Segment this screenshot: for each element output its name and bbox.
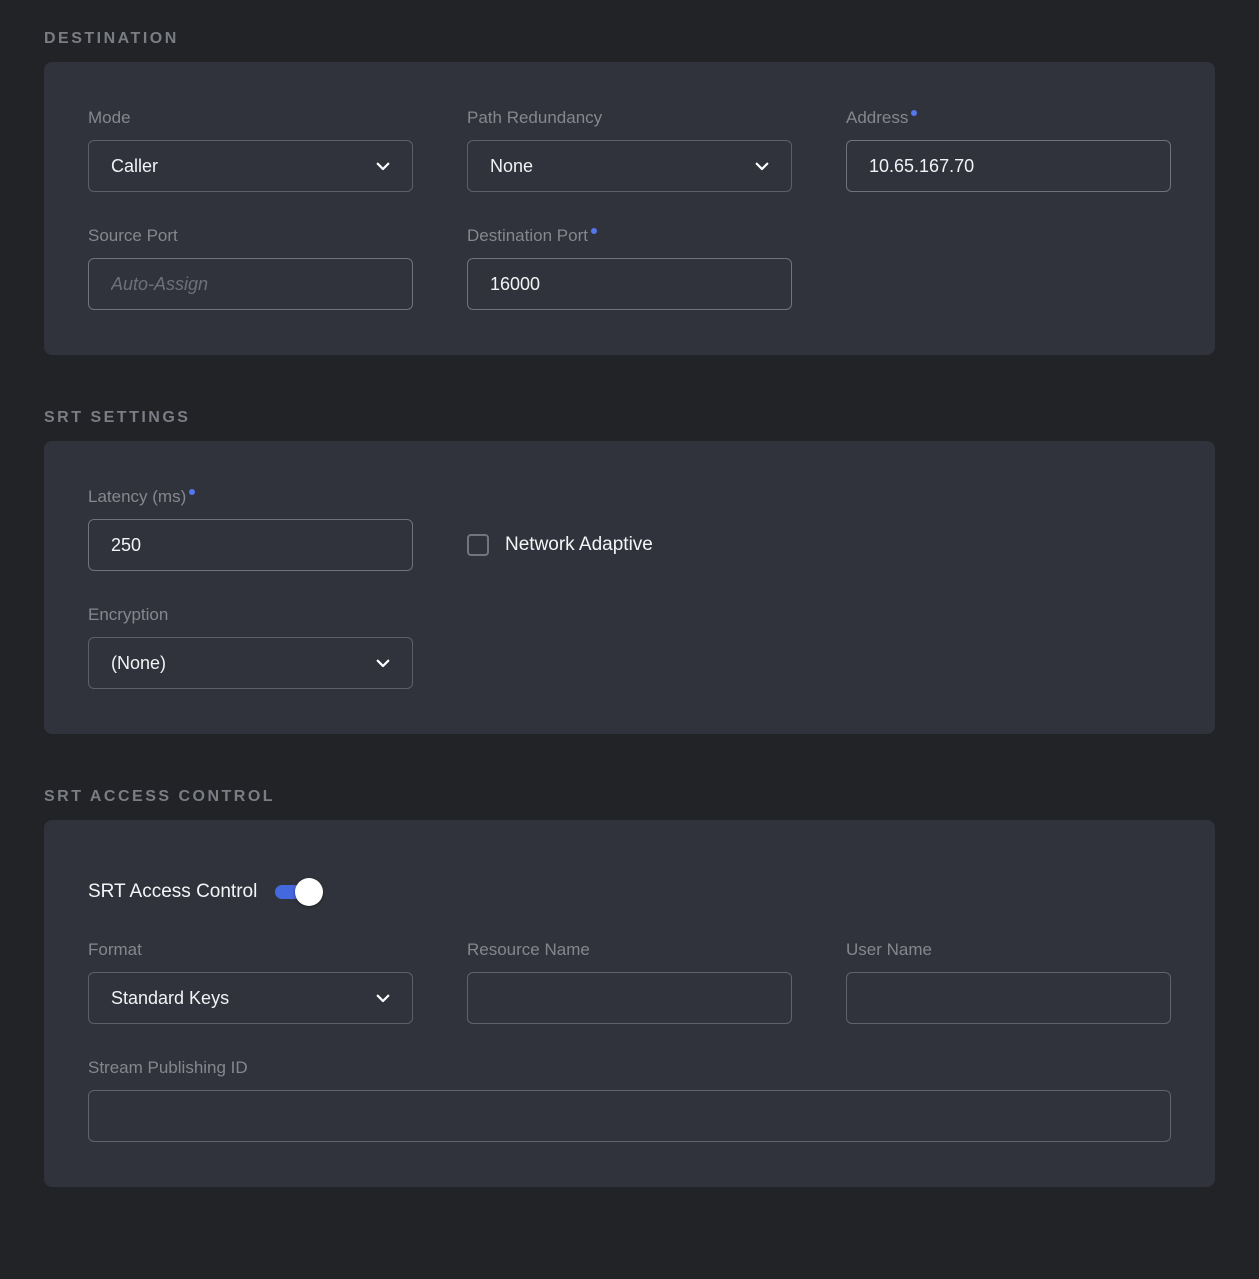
encryption-label: Encryption xyxy=(88,605,413,625)
destination-port-field: Destination Port xyxy=(467,226,792,310)
toggle-knob xyxy=(295,878,323,906)
destination-section: DESTINATION Mode Caller Path Redundancy … xyxy=(44,30,1215,355)
stream-publishing-id-label: Stream Publishing ID xyxy=(88,1058,1171,1078)
path-redundancy-field: Path Redundancy None xyxy=(467,108,792,192)
mode-select-value: Caller xyxy=(111,156,158,177)
srt-access-control-section: SRT ACCESS CONTROL SRT Access Control Fo… xyxy=(44,788,1215,1187)
required-dot xyxy=(911,110,917,116)
path-redundancy-select[interactable]: None xyxy=(467,140,792,192)
encryption-select-value: (None) xyxy=(111,653,166,674)
resource-name-input[interactable] xyxy=(467,972,792,1024)
destination-port-input[interactable] xyxy=(467,258,792,310)
encryption-select[interactable]: (None) xyxy=(88,637,413,689)
chevron-down-icon xyxy=(374,654,392,672)
format-field: Format Standard Keys xyxy=(88,940,413,1024)
path-redundancy-label: Path Redundancy xyxy=(467,108,792,128)
format-select[interactable]: Standard Keys xyxy=(88,972,413,1024)
encryption-field: Encryption (None) xyxy=(88,605,413,689)
stream-publishing-id-field: Stream Publishing ID xyxy=(88,1058,1171,1142)
latency-input[interactable] xyxy=(88,519,413,571)
destination-section-title: DESTINATION xyxy=(44,30,1215,48)
network-adaptive-checkbox[interactable] xyxy=(467,534,489,556)
chevron-down-icon xyxy=(374,989,392,1007)
required-dot xyxy=(591,228,597,234)
user-name-label: User Name xyxy=(846,940,1171,960)
network-adaptive-label: Network Adaptive xyxy=(505,534,653,556)
srt-access-control-toggle-label: SRT Access Control xyxy=(88,881,257,903)
address-input[interactable] xyxy=(846,140,1171,192)
path-redundancy-select-value: None xyxy=(490,156,533,177)
srt-access-control-panel: SRT Access Control Format Standard Keys … xyxy=(44,820,1215,1187)
chevron-down-icon xyxy=(374,157,392,175)
mode-field: Mode Caller xyxy=(88,108,413,192)
required-dot xyxy=(189,489,195,495)
address-field: Address xyxy=(846,108,1171,192)
format-label: Format xyxy=(88,940,413,960)
srt-access-control-section-title: SRT ACCESS CONTROL xyxy=(44,788,1215,806)
source-port-label: Source Port xyxy=(88,226,413,246)
mode-label: Mode xyxy=(88,108,413,128)
srt-access-control-toggle-row: SRT Access Control xyxy=(88,880,1171,904)
user-name-input[interactable] xyxy=(846,972,1171,1024)
format-select-value: Standard Keys xyxy=(111,988,229,1009)
address-label: Address xyxy=(846,108,1171,128)
latency-field: Latency (ms) xyxy=(88,487,413,571)
resource-name-label: Resource Name xyxy=(467,940,792,960)
destination-port-label: Destination Port xyxy=(467,226,792,246)
resource-name-field: Resource Name xyxy=(467,940,792,1024)
srt-settings-section-title: SRT SETTINGS xyxy=(44,409,1215,427)
latency-label-text: Latency (ms) xyxy=(88,487,186,506)
address-label-text: Address xyxy=(846,108,908,127)
user-name-field: User Name xyxy=(846,940,1171,1024)
source-port-input[interactable] xyxy=(88,258,413,310)
srt-settings-panel: Latency (ms) Network Adaptive Encryption… xyxy=(44,441,1215,734)
latency-label: Latency (ms) xyxy=(88,487,413,507)
destination-panel: Mode Caller Path Redundancy None xyxy=(44,62,1215,355)
network-adaptive-group: Network Adaptive xyxy=(467,519,653,571)
stream-publishing-id-input[interactable] xyxy=(88,1090,1171,1142)
srt-access-control-toggle[interactable] xyxy=(275,885,313,899)
source-port-field: Source Port xyxy=(88,226,413,310)
mode-select[interactable]: Caller xyxy=(88,140,413,192)
destination-port-label-text: Destination Port xyxy=(467,226,588,245)
srt-settings-section: SRT SETTINGS Latency (ms) Network Adapti… xyxy=(44,409,1215,734)
chevron-down-icon xyxy=(753,157,771,175)
